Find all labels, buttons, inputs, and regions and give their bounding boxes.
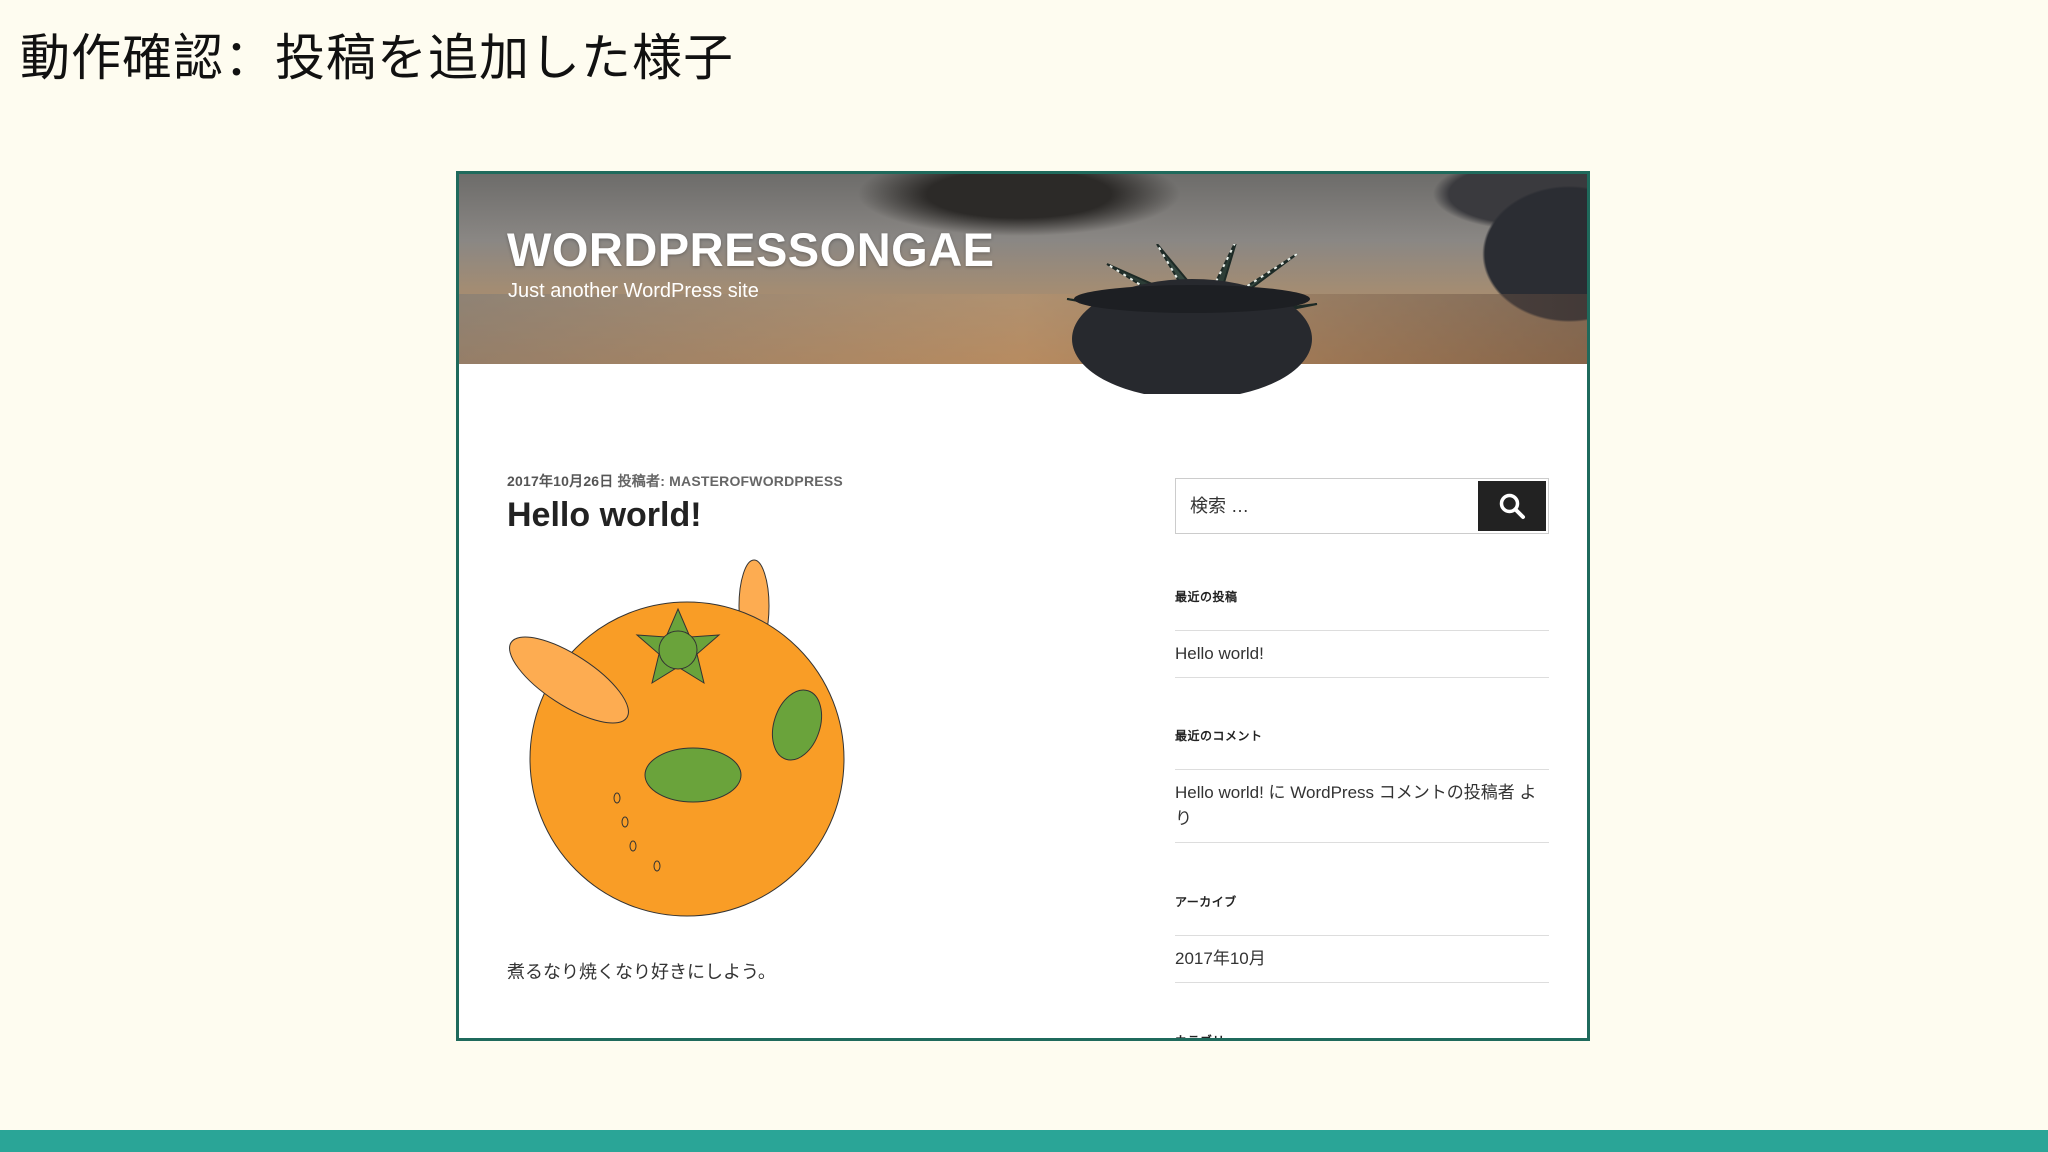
orange-character-image <box>509 559 845 917</box>
recent-post-item[interactable]: Hello world! <box>1175 630 1549 678</box>
categories-title: カテゴリー <box>1175 1034 1238 1041</box>
archive-link[interactable]: 2017年10月 <box>1175 949 1266 968</box>
site-header: WORDPRESSONGAE Just another WordPress si… <box>459 174 1587 394</box>
recent-posts-title: 最近の投稿 <box>1175 590 1238 604</box>
search-input[interactable] <box>1176 479 1482 533</box>
search-button[interactable] <box>1478 481 1546 531</box>
recent-comments-title: 最近のコメント <box>1175 729 1263 743</box>
site-title[interactable]: WORDPRESSONGAE <box>507 222 995 277</box>
recent-comment-link[interactable]: Hello world! に WordPress コメントの投稿者 より <box>1175 783 1536 828</box>
plant-pot-image <box>1066 244 1318 394</box>
post-author[interactable]: MASTEROFWORDPRESS <box>669 473 843 489</box>
search-form <box>1175 478 1549 534</box>
recent-post-link[interactable]: Hello world! <box>1175 644 1264 663</box>
slide-title: 動作確認：投稿を追加した様子 <box>20 29 734 87</box>
archive-item[interactable]: 2017年10月 <box>1175 935 1549 983</box>
recent-comment-item[interactable]: Hello world! に WordPress コメントの投稿者 より <box>1175 769 1549 843</box>
post-body: 煮るなり焼くなり好きにしよう。 <box>507 962 776 982</box>
post-date[interactable]: 2017年10月26日 <box>507 473 614 489</box>
browser-screenshot-frame: WORDPRESSONGAE Just another WordPress si… <box>456 171 1590 1041</box>
archives-title: アーカイブ <box>1175 895 1237 909</box>
post-author-label: 投稿者: <box>617 473 666 489</box>
post-meta: 2017年10月26日 投稿者: MASTEROFWORDPRESS <box>507 471 843 491</box>
site-description: Just another WordPress site <box>508 280 759 302</box>
accent-bar <box>0 1130 2048 1152</box>
post-title[interactable]: Hello world! <box>507 496 702 535</box>
search-icon <box>1499 493 1525 519</box>
